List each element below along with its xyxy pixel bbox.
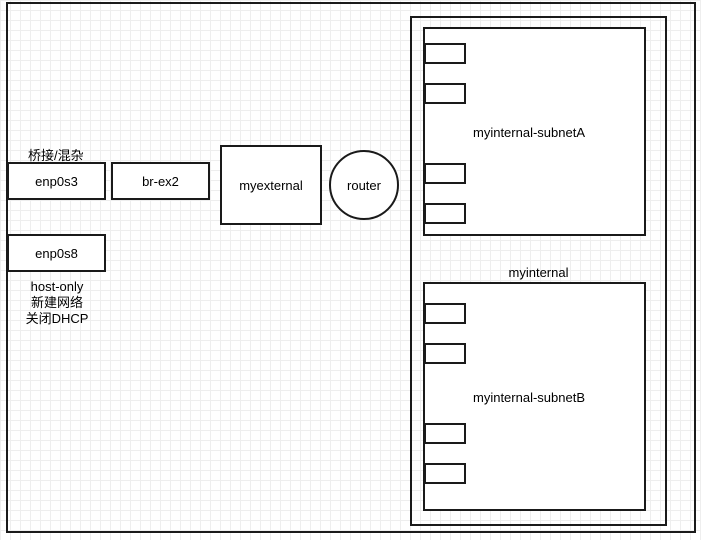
subnet-b-label: myinternal-subnetB: [473, 390, 585, 405]
myexternal-label: myexternal: [239, 177, 303, 193]
br-ex2-label: br-ex2: [142, 173, 179, 189]
enp0s8-node[interactable]: enp0s8: [7, 234, 106, 272]
subnet-a-port-1[interactable]: [424, 43, 466, 64]
subnet-b-port-4[interactable]: [424, 463, 466, 484]
subnet-b-port-3[interactable]: [424, 423, 466, 444]
br-ex2-node[interactable]: br-ex2: [111, 162, 210, 200]
subnet-a-port-4[interactable]: [424, 203, 466, 224]
host-only-line-1: host-only: [30, 279, 84, 294]
myexternal-node[interactable]: myexternal: [220, 145, 322, 225]
subnet-b-port-1[interactable]: [424, 303, 466, 324]
myinternal-label: myinternal: [508, 265, 569, 280]
subnet-a-port-2[interactable]: [424, 83, 466, 104]
host-only-line-3: 关闭DHCP: [25, 311, 89, 326]
enp0s3-label: enp0s3: [35, 173, 78, 189]
router-node[interactable]: router: [329, 150, 399, 220]
host-only-line-2: 新建网络: [30, 295, 83, 310]
router-label: router: [347, 177, 381, 193]
subnet-b-port-2[interactable]: [424, 343, 466, 364]
subnet-a-port-3[interactable]: [424, 163, 466, 184]
subnet-a-label: myinternal-subnetA: [473, 125, 585, 140]
enp0s8-label: enp0s8: [35, 245, 78, 261]
host-only-note: host-only 新建网络 关闭DHCP: [17, 279, 97, 327]
enp0s3-node[interactable]: enp0s3: [7, 162, 106, 200]
